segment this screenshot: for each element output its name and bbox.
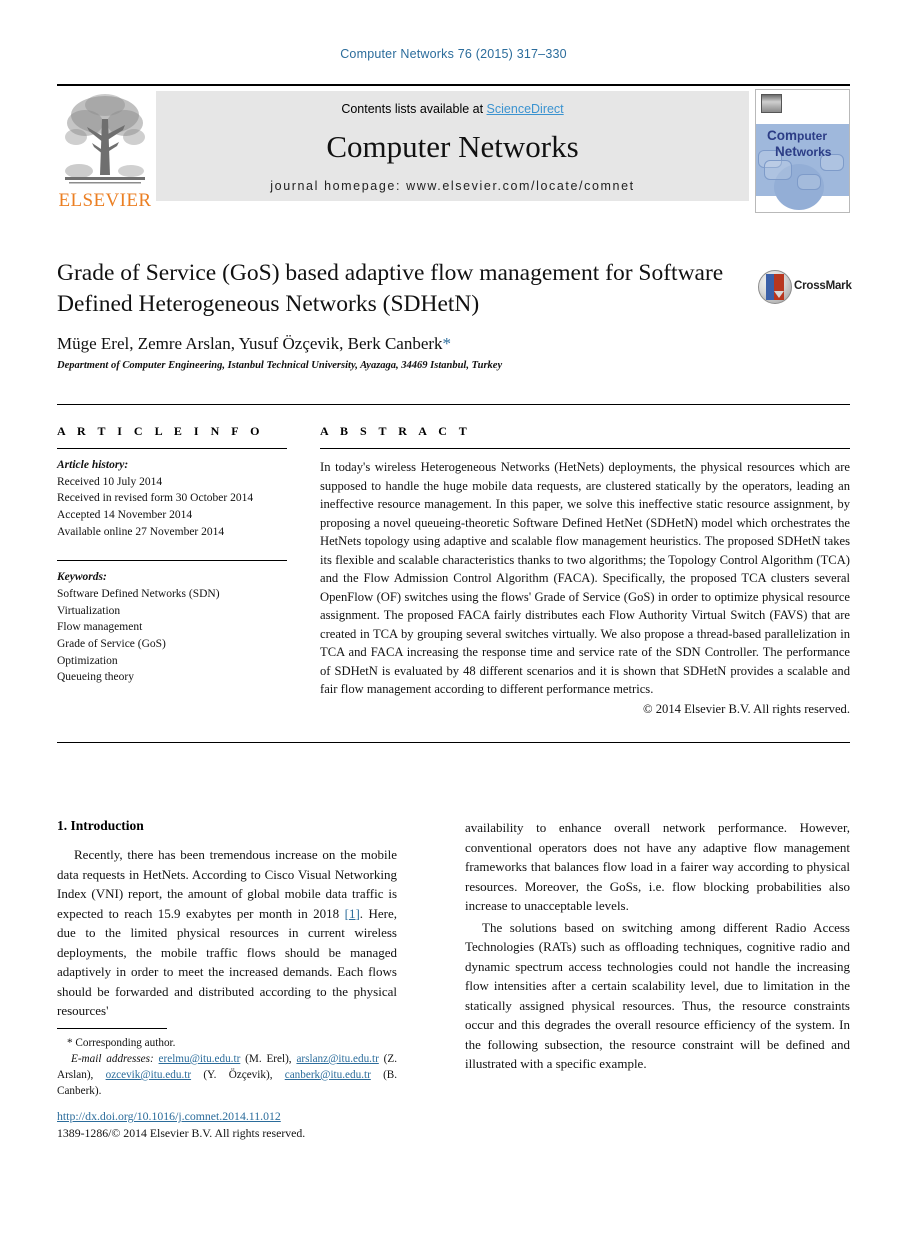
- abstract-copyright: © 2014 Elsevier B.V. All rights reserved…: [643, 701, 850, 716]
- cover-title-text: Computer Networks: [767, 128, 831, 160]
- article-info-column: A R T I C L E I N F O Article history: R…: [57, 424, 287, 686]
- keyword-item: Queueing theory: [57, 671, 134, 684]
- issn-copyright-line: 1389-1286/© 2014 Elsevier B.V. All right…: [57, 1125, 306, 1140]
- email-addresses-label: E-mail addresses:: [71, 1052, 154, 1065]
- affiliation: Department of Computer Engineering, Ista…: [57, 360, 503, 372]
- email-addresses-note: E-mail addresses: erelmu@itu.edu.tr (M. …: [57, 1052, 397, 1100]
- abstract-text: In today's wireless Heterogeneous Networ…: [320, 460, 850, 696]
- history-item: Accepted 14 November 2014: [57, 509, 193, 522]
- article-info-heading: A R T I C L E I N F O: [57, 424, 264, 438]
- article-info-rule: [57, 448, 287, 449]
- cover-line2-a: Net: [775, 143, 797, 159]
- doi-link[interactable]: http://dx.doi.org/10.1016/j.comnet.2014.…: [57, 1109, 281, 1123]
- author-names: Müge Erel, Zemre Arslan, Yusuf Özçevik, …: [57, 334, 443, 354]
- article-history: Article history: Received 10 July 2014 R…: [57, 457, 287, 540]
- email-owner-3: (Y. Özçevik),: [203, 1068, 273, 1081]
- elsevier-tree-icon: [65, 94, 145, 184]
- section-heading-introduction: 1. Introduction: [57, 818, 144, 833]
- corresponding-author-note: * Corresponding author.: [57, 1036, 397, 1052]
- info-top-rule: [57, 404, 850, 405]
- corresponding-author-marker: *: [442, 334, 452, 354]
- running-head: Computer Networks 76 (2015) 317–330: [340, 47, 567, 61]
- crossmark-badge[interactable]: CrossMark: [758, 270, 852, 304]
- journal-cover-thumbnail[interactable]: Computer Networks: [755, 89, 850, 213]
- cover-line2-b: works: [796, 144, 832, 159]
- cover-blob-3: [797, 174, 821, 190]
- corresponding-author-text: * Corresponding author.: [67, 1037, 176, 1049]
- cover-barcode-icon: [761, 94, 782, 113]
- elsevier-logo: ELSEVIER: [57, 89, 153, 214]
- keyword-item: Flow management: [57, 621, 143, 634]
- contents-available-line: Contents lists available at ScienceDirec…: [156, 102, 749, 116]
- cover-line1-a: Com: [767, 128, 797, 143]
- journal-title: Computer Networks: [326, 129, 579, 164]
- journal-masthead: ELSEVIER Contents lists available at Sci…: [57, 84, 850, 216]
- paper-page: Computer Networks 76 (2015) 317–330 ELSE…: [0, 0, 907, 1238]
- crossmark-label: CrossMark: [794, 280, 852, 292]
- crossmark-icon-notch: [774, 291, 784, 298]
- contents-prefix: Contents lists available at: [341, 102, 487, 116]
- keyword-item: Grade of Service (GoS): [57, 638, 166, 651]
- keyword-item: Software Defined Networks (SDN): [57, 588, 220, 601]
- history-item: Available online 27 November 2014: [57, 525, 225, 538]
- right-paragraph-1: availability to enhance overall network …: [465, 820, 850, 913]
- email-link-1[interactable]: erelmu@itu.edu.tr: [159, 1053, 241, 1065]
- keyword-item: Virtualization: [57, 604, 121, 617]
- intro-paragraph-1: Recently, there has been tremendous incr…: [57, 845, 397, 1021]
- cover-line1-b: puter: [797, 129, 827, 143]
- body-column-left: 1. Introduction Recently, there has been…: [57, 818, 397, 1023]
- page-title: Grade of Service (GoS) based adaptive fl…: [57, 260, 724, 318]
- email-owner-1: (M. Erel),: [245, 1052, 292, 1065]
- email-link-3[interactable]: ozcevik@itu.edu.tr: [106, 1069, 191, 1081]
- intro-paragraph-1-post: . Here, due to the limited physical reso…: [57, 905, 397, 1019]
- abstract-heading: A B S T R A C T: [320, 424, 472, 438]
- abstract-column: A B S T R A C T In today's wireless Hete…: [320, 424, 850, 717]
- footnote-block: * Corresponding author. E-mail addresses…: [57, 1028, 397, 1100]
- journal-homepage[interactable]: journal homepage: www.elsevier.com/locat…: [156, 179, 749, 193]
- title-block: Grade of Service (GoS) based adaptive fl…: [57, 258, 852, 372]
- keywords-label: Keywords:: [57, 571, 107, 584]
- keyword-item: Optimization: [57, 654, 118, 667]
- crossmark-icon: [758, 270, 792, 304]
- history-item: Received 10 July 2014: [57, 475, 163, 488]
- article-history-label: Article history:: [57, 459, 129, 471]
- doi-block: http://dx.doi.org/10.1016/j.comnet.2014.…: [57, 1108, 397, 1142]
- footnote-rule: [57, 1028, 167, 1029]
- crossmark-icon-left: [766, 274, 774, 300]
- body-column-right: availability to enhance overall network …: [465, 818, 850, 1076]
- info-bottom-rule: [57, 742, 850, 743]
- author-list: Müge Erel, Zemre Arslan, Yusuf Özçevik, …: [57, 334, 850, 354]
- email-link-2[interactable]: arslanz@itu.edu.tr: [296, 1053, 378, 1065]
- journal-band: Contents lists available at ScienceDirec…: [156, 91, 749, 201]
- right-paragraph-2: The solutions based on switching among d…: [465, 919, 850, 1072]
- email-link-4[interactable]: canberk@itu.edu.tr: [285, 1069, 371, 1081]
- keywords-block: Keywords: Software Defined Networks (SDN…: [57, 560, 287, 686]
- cover-blob-2: [764, 160, 792, 180]
- sciencedirect-link[interactable]: ScienceDirect: [487, 102, 564, 116]
- elsevier-wordmark: ELSEVIER: [58, 190, 152, 211]
- history-item: Received in revised form 30 October 2014: [57, 492, 254, 505]
- abstract-rule: [320, 448, 850, 449]
- citation-ref-1[interactable]: [1]: [345, 906, 360, 921]
